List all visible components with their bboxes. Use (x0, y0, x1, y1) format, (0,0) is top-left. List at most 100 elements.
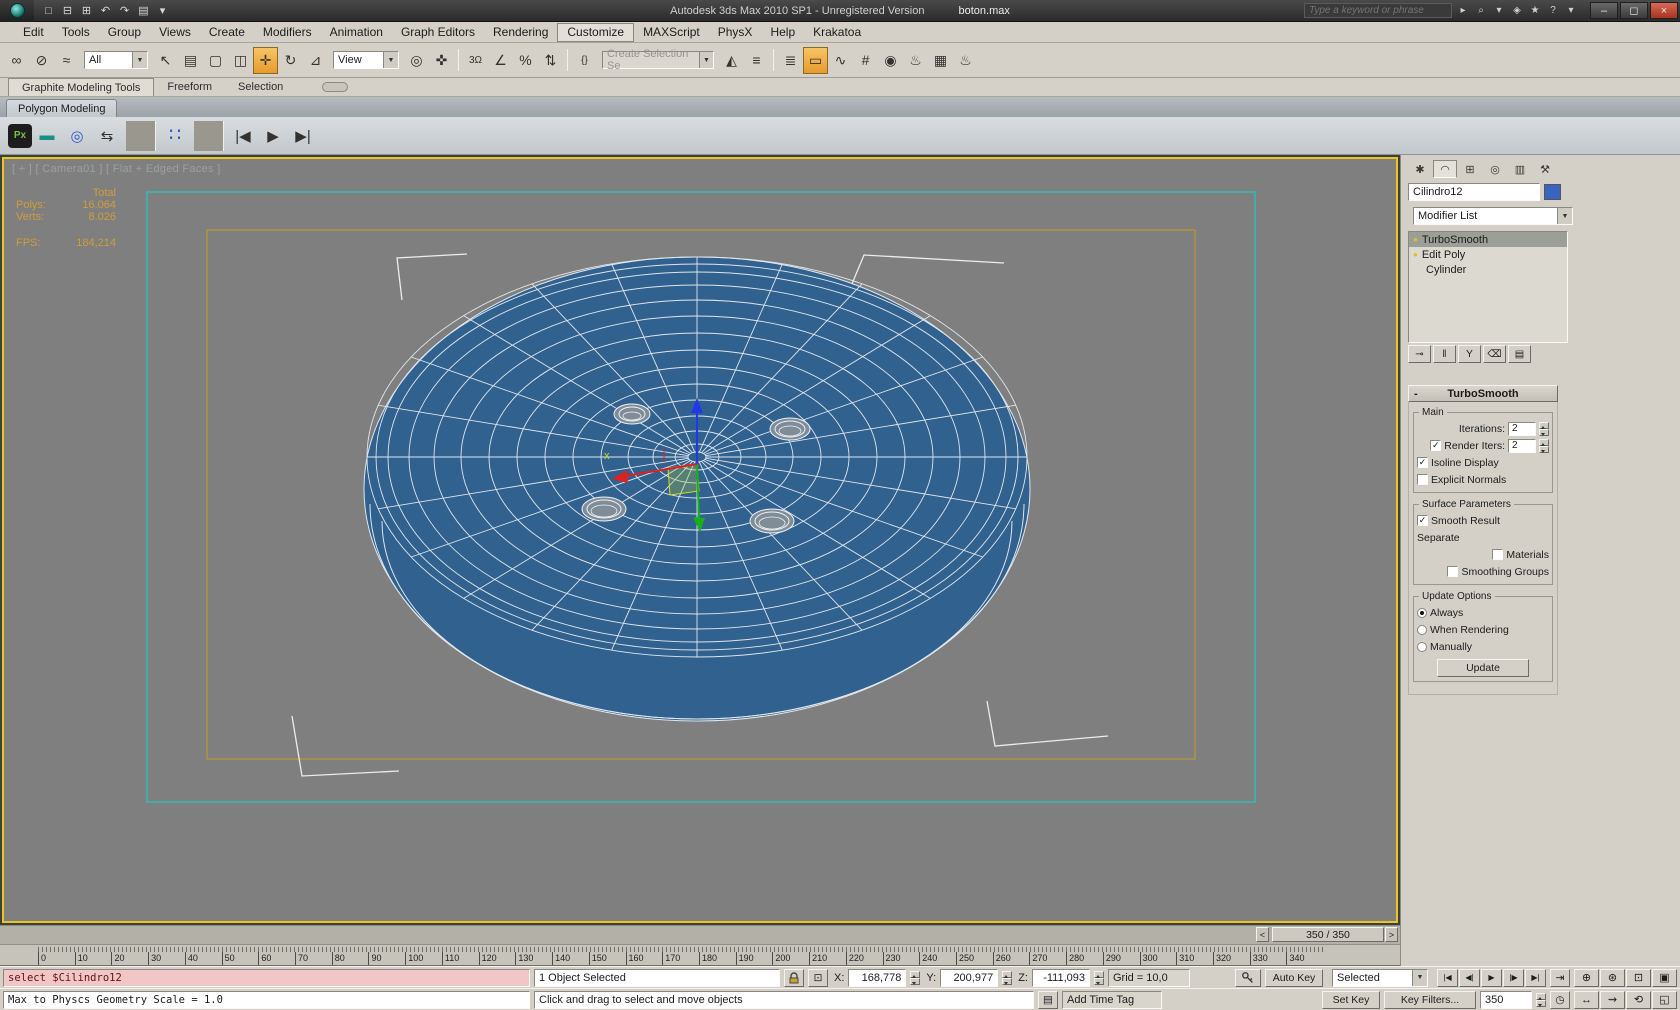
redo-button[interactable]: ↷ (116, 3, 133, 19)
select-and-manipulate-button[interactable]: ✜ (429, 47, 454, 74)
chevron-down-icon[interactable]: ▼ (1412, 969, 1427, 986)
render-production-button[interactable]: ♨ (953, 47, 978, 74)
time-slider-next-button[interactable]: > (1385, 927, 1398, 942)
smoothing-groups-checkbox[interactable] (1447, 566, 1459, 577)
stack-edit-poly[interactable]: Edit Poly (1409, 247, 1567, 262)
simulation-reset-button[interactable]: |◀ (228, 121, 258, 151)
configure-modifier-sets-button[interactable]: ▤ (1508, 345, 1531, 363)
modifier-list-combo[interactable]: Modifier List ▼ (1413, 207, 1573, 225)
help-icon[interactable]: ? (1545, 3, 1561, 19)
iterations-spinner[interactable] (1539, 421, 1549, 436)
z-coordinate-field[interactable]: -111,093 (1031, 968, 1090, 987)
select-and-rotate-button[interactable]: ↻ (278, 47, 303, 74)
rollout-header[interactable]: - TurboSmooth (1408, 385, 1558, 402)
previous-frame-button[interactable]: ◀| (1459, 968, 1480, 987)
tab-modify[interactable]: ◠ (1433, 160, 1457, 178)
infocenter-search-input[interactable] (1304, 3, 1452, 18)
mirror-button[interactable]: ◭ (719, 47, 744, 74)
viewport-canvas[interactable]: x (4, 159, 1396, 921)
tab-graphite-modeling-tools[interactable]: Graphite Modeling Tools (8, 78, 155, 96)
tab-utilities[interactable]: ⚒ (1533, 160, 1557, 178)
infocenter-expand-icon[interactable]: ▸ (1455, 3, 1471, 19)
walk-through-button[interactable]: ⇝ (1600, 990, 1625, 1009)
tab-motion[interactable]: ◎ (1483, 160, 1507, 178)
x-coordinate-field[interactable]: 168,778 (848, 968, 907, 987)
materials-checkbox[interactable] (1492, 549, 1504, 560)
go-to-start-button[interactable]: |◀ (1437, 968, 1458, 987)
layer-manager-button[interactable]: ≣ (778, 47, 803, 74)
always-radio[interactable] (1417, 607, 1427, 618)
tab-freeform[interactable]: Freeform (154, 78, 225, 96)
render-iters-field[interactable]: 2 (1508, 438, 1536, 453)
menu-rendering[interactable]: Rendering (484, 22, 557, 43)
smooth-result-checkbox[interactable] (1417, 515, 1428, 526)
orbit-button[interactable]: ⟲ (1626, 990, 1651, 1009)
track-bar[interactable]: 0 10 20 30 40 50 60 70 80 90 100 110 120 130 140 150 160… (0, 944, 1400, 966)
undo-button[interactable]: ↶ (97, 3, 114, 19)
physx-constraints-icon[interactable]: ⇆ (92, 121, 122, 151)
play-animation-button[interactable]: ▶ (1481, 968, 1502, 987)
update-button[interactable]: Update (1437, 659, 1529, 677)
menu-krakatoa[interactable]: Krakatoa (804, 22, 870, 43)
key-mode-toggle[interactable]: ⇥ (1550, 968, 1570, 987)
simulation-step-button[interactable]: ▶| (288, 121, 318, 151)
current-frame-field[interactable]: 350 (1480, 990, 1532, 1009)
rigid-body-icon[interactable]: ▬ (32, 121, 62, 151)
auto-key-button[interactable]: Auto Key (1265, 968, 1323, 987)
set-key-button[interactable]: Set Key (1322, 990, 1380, 1009)
menu-maxscript[interactable]: MAXScript (634, 22, 709, 43)
make-unique-button[interactable]: Y (1458, 345, 1481, 363)
next-frame-button[interactable]: |▶ (1503, 968, 1524, 987)
use-pivot-point-button[interactable]: ◎ (404, 47, 429, 74)
selection-filter-combo[interactable]: All ▼ (84, 51, 148, 69)
ragdoll-icon[interactable]: ◎ (62, 121, 92, 151)
stack-turbosmooth[interactable]: TurboSmooth (1409, 232, 1567, 247)
chevron-down-icon[interactable]: ▼ (383, 52, 398, 68)
z-spinner[interactable] (1093, 970, 1104, 985)
angle-snap-toggle[interactable]: ∠ (488, 47, 513, 74)
maximize-viewport-button[interactable]: ◱ (1652, 990, 1677, 1009)
spinner-snap-toggle[interactable]: ⇅ (538, 47, 563, 74)
select-and-scale-button[interactable]: ⊿ (303, 47, 328, 74)
stack-cylinder[interactable]: Cylinder (1409, 262, 1567, 277)
tab-hierarchy[interactable]: ⊞ (1458, 160, 1482, 178)
isoline-display-checkbox[interactable] (1417, 457, 1428, 468)
unlink-selection-button[interactable]: ⊘ (29, 47, 54, 74)
schematic-view-button[interactable]: # (853, 47, 878, 74)
minimize-button[interactable]: – (1590, 2, 1618, 19)
menu-graph-editors[interactable]: Graph Editors (392, 22, 484, 43)
bind-to-space-warp-button[interactable]: ≈ (54, 47, 79, 74)
rectangular-selection-region-button[interactable]: ▢ (203, 47, 228, 74)
simulation-play-button[interactable]: ▶ (258, 121, 288, 151)
show-end-result-button[interactable]: ‖ (1433, 345, 1456, 363)
search-scope-dropdown[interactable]: ▾ (1491, 3, 1507, 19)
menu-group[interactable]: Group (99, 22, 150, 43)
zoom-extents-all-button[interactable]: ⊡ (1626, 968, 1651, 987)
time-slider-handle[interactable]: 350 / 350 (1272, 927, 1384, 942)
zoom-region-button[interactable]: ▣ (1652, 968, 1677, 987)
active-viewport[interactable]: x [ + ] [ Camera01 ] [ Flat + Edged Face… (2, 157, 1398, 923)
menu-create[interactable]: Create (200, 22, 254, 43)
menu-tools[interactable]: Tools (53, 22, 99, 43)
menu-help[interactable]: Help (761, 22, 804, 43)
key-filters-button[interactable]: Key Filters... (1384, 990, 1476, 1009)
render-iters-spinner[interactable] (1539, 438, 1549, 453)
application-menu-button[interactable] (0, 0, 34, 22)
edit-named-selection-sets-button[interactable]: {} (572, 47, 597, 74)
time-slider-prev-button[interactable]: < (1256, 927, 1269, 942)
object-name-field[interactable]: Cilindro12 (1408, 183, 1540, 201)
chevron-down-icon[interactable]: ▼ (1557, 208, 1572, 224)
go-to-end-button[interactable]: ▶| (1525, 968, 1546, 987)
favorites-star-icon[interactable]: ★ (1527, 3, 1543, 19)
search-icon[interactable]: ⌕ (1473, 3, 1489, 19)
select-and-link-button[interactable]: ∞ (4, 47, 29, 74)
iterations-field[interactable]: 2 (1508, 421, 1536, 436)
render-iters-checkbox[interactable] (1430, 440, 1442, 451)
percent-snap-toggle[interactable]: % (513, 47, 538, 74)
select-object-button[interactable]: ↖ (153, 47, 178, 74)
selection-set-combo[interactable]: Selected ▼ (1332, 968, 1428, 987)
rendered-frame-window-button[interactable]: ▦ (928, 47, 953, 74)
chevron-down-icon[interactable]: ▼ (132, 52, 147, 68)
remove-modifier-button[interactable]: ⌫ (1483, 345, 1506, 363)
tab-display[interactable]: ▥ (1508, 160, 1532, 178)
